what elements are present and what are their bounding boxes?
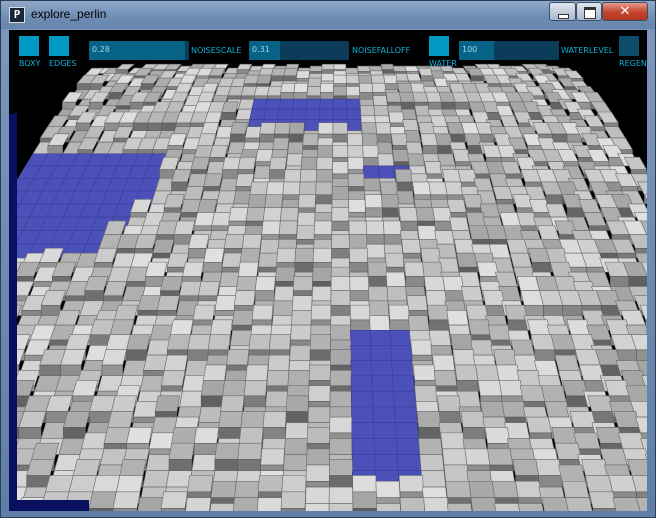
- waterlevel-label: WATERLEVEL: [561, 46, 614, 55]
- render-canvas[interactable]: BOXY EDGES 0.28 NOISESCALE 0.31 NOISEFAL…: [9, 30, 647, 511]
- water-toggle[interactable]: [429, 36, 449, 56]
- noisefalloff-label: NOISEFALLOFF: [352, 46, 411, 55]
- waterlevel-slider[interactable]: 100: [459, 41, 559, 60]
- waterlevel-value: 100: [462, 45, 478, 54]
- boxy-label: BOXY: [19, 59, 41, 68]
- close-button[interactable]: ✕: [602, 2, 648, 21]
- noisescale-slider[interactable]: 0.28: [89, 41, 189, 60]
- minimize-button[interactable]: [549, 2, 576, 21]
- voxel-terrain-view: [9, 63, 647, 511]
- noisefalloff-slider[interactable]: 0.31: [249, 41, 349, 60]
- maximize-icon: [584, 7, 596, 19]
- edges-label: EDGES: [49, 59, 77, 68]
- processing-app-icon: P: [9, 7, 25, 23]
- noisefalloff-value: 0.31: [252, 45, 270, 54]
- regen-button[interactable]: [619, 36, 639, 56]
- noisescale-label: NOISESCALE: [191, 46, 242, 55]
- title-bar[interactable]: P explore_perlin ✕: [1, 1, 655, 29]
- noisescale-value: 0.28: [92, 45, 110, 54]
- maximize-button[interactable]: [576, 2, 602, 21]
- water-label: WATER: [429, 59, 457, 68]
- close-icon: ✕: [619, 4, 631, 19]
- boxy-toggle[interactable]: [19, 36, 39, 56]
- edges-toggle[interactable]: [49, 36, 69, 56]
- window-title: explore_perlin: [31, 7, 107, 21]
- app-window: P explore_perlin ✕ BOXY EDGES 0.28 NOISE…: [0, 0, 656, 518]
- regen-label: REGEN: [619, 59, 647, 68]
- minimize-icon: [558, 14, 569, 19]
